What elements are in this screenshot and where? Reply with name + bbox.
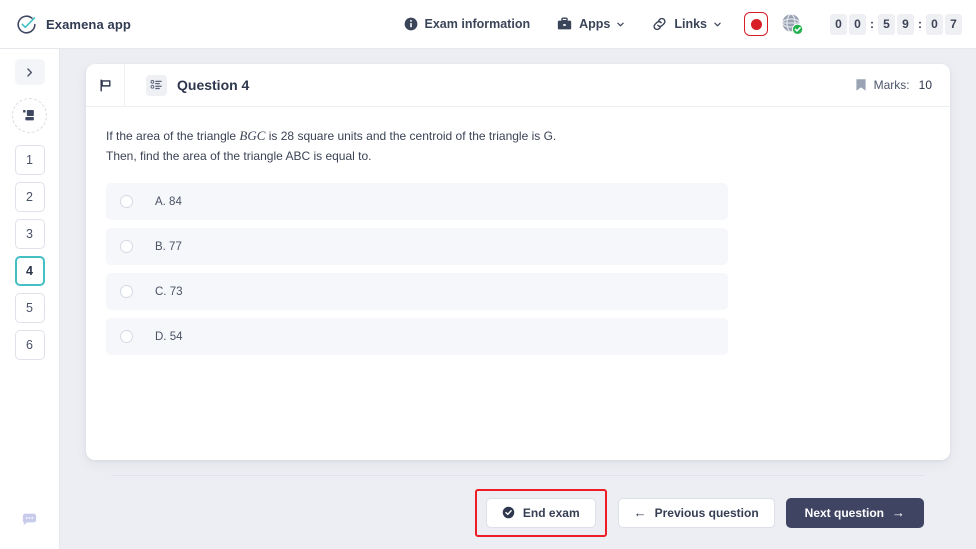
nav-apps[interactable]: Apps <box>557 17 625 31</box>
record-icon <box>750 18 762 30</box>
radio-icon[interactable] <box>120 330 133 343</box>
header-nav: Exam information Apps Links <box>404 17 722 31</box>
question-text: If the area of the triangle BGC is 28 sq… <box>106 126 576 166</box>
marks-label: Marks: <box>873 78 910 92</box>
question-card-body: If the area of the triangle BGC is 28 sq… <box>86 107 950 460</box>
app-header: Examena app Exam information Apps Links … <box>0 0 976 49</box>
sidebar-question-label: 5 <box>26 301 33 315</box>
chevron-down-icon <box>617 22 625 26</box>
flag-icon <box>99 78 111 92</box>
check-circle-icon <box>502 506 515 519</box>
nav-links-label: Links <box>674 17 707 31</box>
chevron-right-icon <box>27 67 33 77</box>
timer-digit: 0 <box>849 13 866 35</box>
question-card-header: Question 4 Marks: 10 <box>86 64 950 107</box>
nav-links[interactable]: Links <box>652 17 722 31</box>
sidebar-question-3[interactable]: 3 <box>14 219 45 249</box>
question-title: Question 4 <box>177 77 250 93</box>
timer-digit: 0 <box>926 13 943 35</box>
info-icon <box>404 17 417 31</box>
check-circle-logo-icon <box>17 14 36 34</box>
marks-indicator: Marks: 10 <box>855 78 932 92</box>
sections-icon <box>23 110 34 121</box>
sidebar-question-2[interactable]: 2 <box>14 182 45 212</box>
sidebar-question-4[interactable]: 4 <box>14 256 45 286</box>
sidebar-question-6[interactable]: 6 <box>14 330 45 360</box>
nav-apps-label: Apps <box>579 17 611 31</box>
sidebar-expand-button[interactable] <box>14 59 45 85</box>
sidebar-question-label: 1 <box>26 153 33 167</box>
body-row: 1 2 3 4 5 6 Question 4 Marks: 10 If the … <box>0 49 976 549</box>
nav-exam-information[interactable]: Exam information <box>404 17 531 31</box>
sidebar: 1 2 3 4 5 6 <box>0 49 60 549</box>
sidebar-question-label: 2 <box>26 190 33 204</box>
briefcase-icon <box>557 17 572 30</box>
sidebar-question-label: 4 <box>26 264 33 278</box>
sidebar-question-label: 3 <box>26 227 33 241</box>
timer-digit: 9 <box>897 13 914 35</box>
arrow-right-icon: → <box>892 505 905 520</box>
timer-digit: 7 <box>945 13 962 35</box>
next-question-label: Next question <box>804 505 884 520</box>
flag-question-button[interactable] <box>86 64 125 106</box>
answer-option-b[interactable]: B. 77 <box>106 228 728 265</box>
sidebar-question-1[interactable]: 1 <box>14 145 45 175</box>
previous-question-label: Previous question <box>654 505 759 520</box>
bookmark-icon <box>856 79 866 91</box>
chevron-down-icon <box>714 22 721 26</box>
answer-option-label: A. 84 <box>155 195 182 208</box>
answer-option-label: D. 54 <box>155 330 183 343</box>
answer-option-label: C. 73 <box>155 285 183 298</box>
radio-icon[interactable] <box>120 195 133 208</box>
answer-option-a[interactable]: A. 84 <box>106 183 728 220</box>
answer-option-d[interactable]: D. 54 <box>106 318 728 355</box>
globe-check-icon <box>781 13 804 35</box>
answer-option-label: B. 77 <box>155 240 182 253</box>
radio-icon[interactable] <box>120 285 133 298</box>
radio-icon[interactable] <box>120 240 133 253</box>
main-content: Question 4 Marks: 10 If the area of the … <box>60 49 976 549</box>
end-exam-label: End exam <box>522 505 580 520</box>
question-card: Question 4 Marks: 10 If the area of the … <box>86 64 950 460</box>
sidebar-question-label: 6 <box>26 338 33 352</box>
sidebar-section-badge[interactable] <box>12 98 47 133</box>
timer-separator: : <box>918 17 922 31</box>
answer-option-c[interactable]: C. 73 <box>106 273 728 310</box>
timer-separator: : <box>870 17 874 31</box>
brand-name: Examena app <box>46 16 131 32</box>
chat-bubble-icon <box>22 513 37 526</box>
nav-exam-information-label: Exam information <box>424 17 531 31</box>
marks-value: 10 <box>918 78 932 92</box>
arrow-left-icon: ← <box>633 505 647 520</box>
exam-app-window: Examena app Exam information Apps Links … <box>0 0 976 549</box>
sidebar-question-5[interactable]: 5 <box>14 293 45 323</box>
end-exam-highlight: End exam <box>474 488 607 537</box>
exam-timer: 0 0 : 5 9 : 0 7 <box>830 13 962 35</box>
sidebar-chat-button[interactable] <box>21 511 38 531</box>
previous-question-button[interactable]: ← Previous question <box>617 497 775 528</box>
question-type-icon-wrap <box>146 74 167 96</box>
exam-footer: End exam ← Previous question Next questi… <box>112 475 924 549</box>
timer-digit: 0 <box>830 13 847 35</box>
answer-options: A. 84 B. 77 C. 73 D. 54 <box>106 183 728 355</box>
brand: Examena app <box>16 14 131 35</box>
multiple-choice-icon <box>150 79 162 89</box>
record-button[interactable] <box>744 12 768 36</box>
end-exam-button[interactable]: End exam <box>485 497 596 528</box>
question-text-part1: If the area of the triangle <box>106 129 240 143</box>
link-icon <box>653 17 666 31</box>
network-status-button[interactable] <box>780 12 804 36</box>
question-text-math: BGC <box>239 128 266 143</box>
next-question-button[interactable]: Next question → <box>785 497 924 528</box>
timer-digit: 5 <box>878 13 895 35</box>
